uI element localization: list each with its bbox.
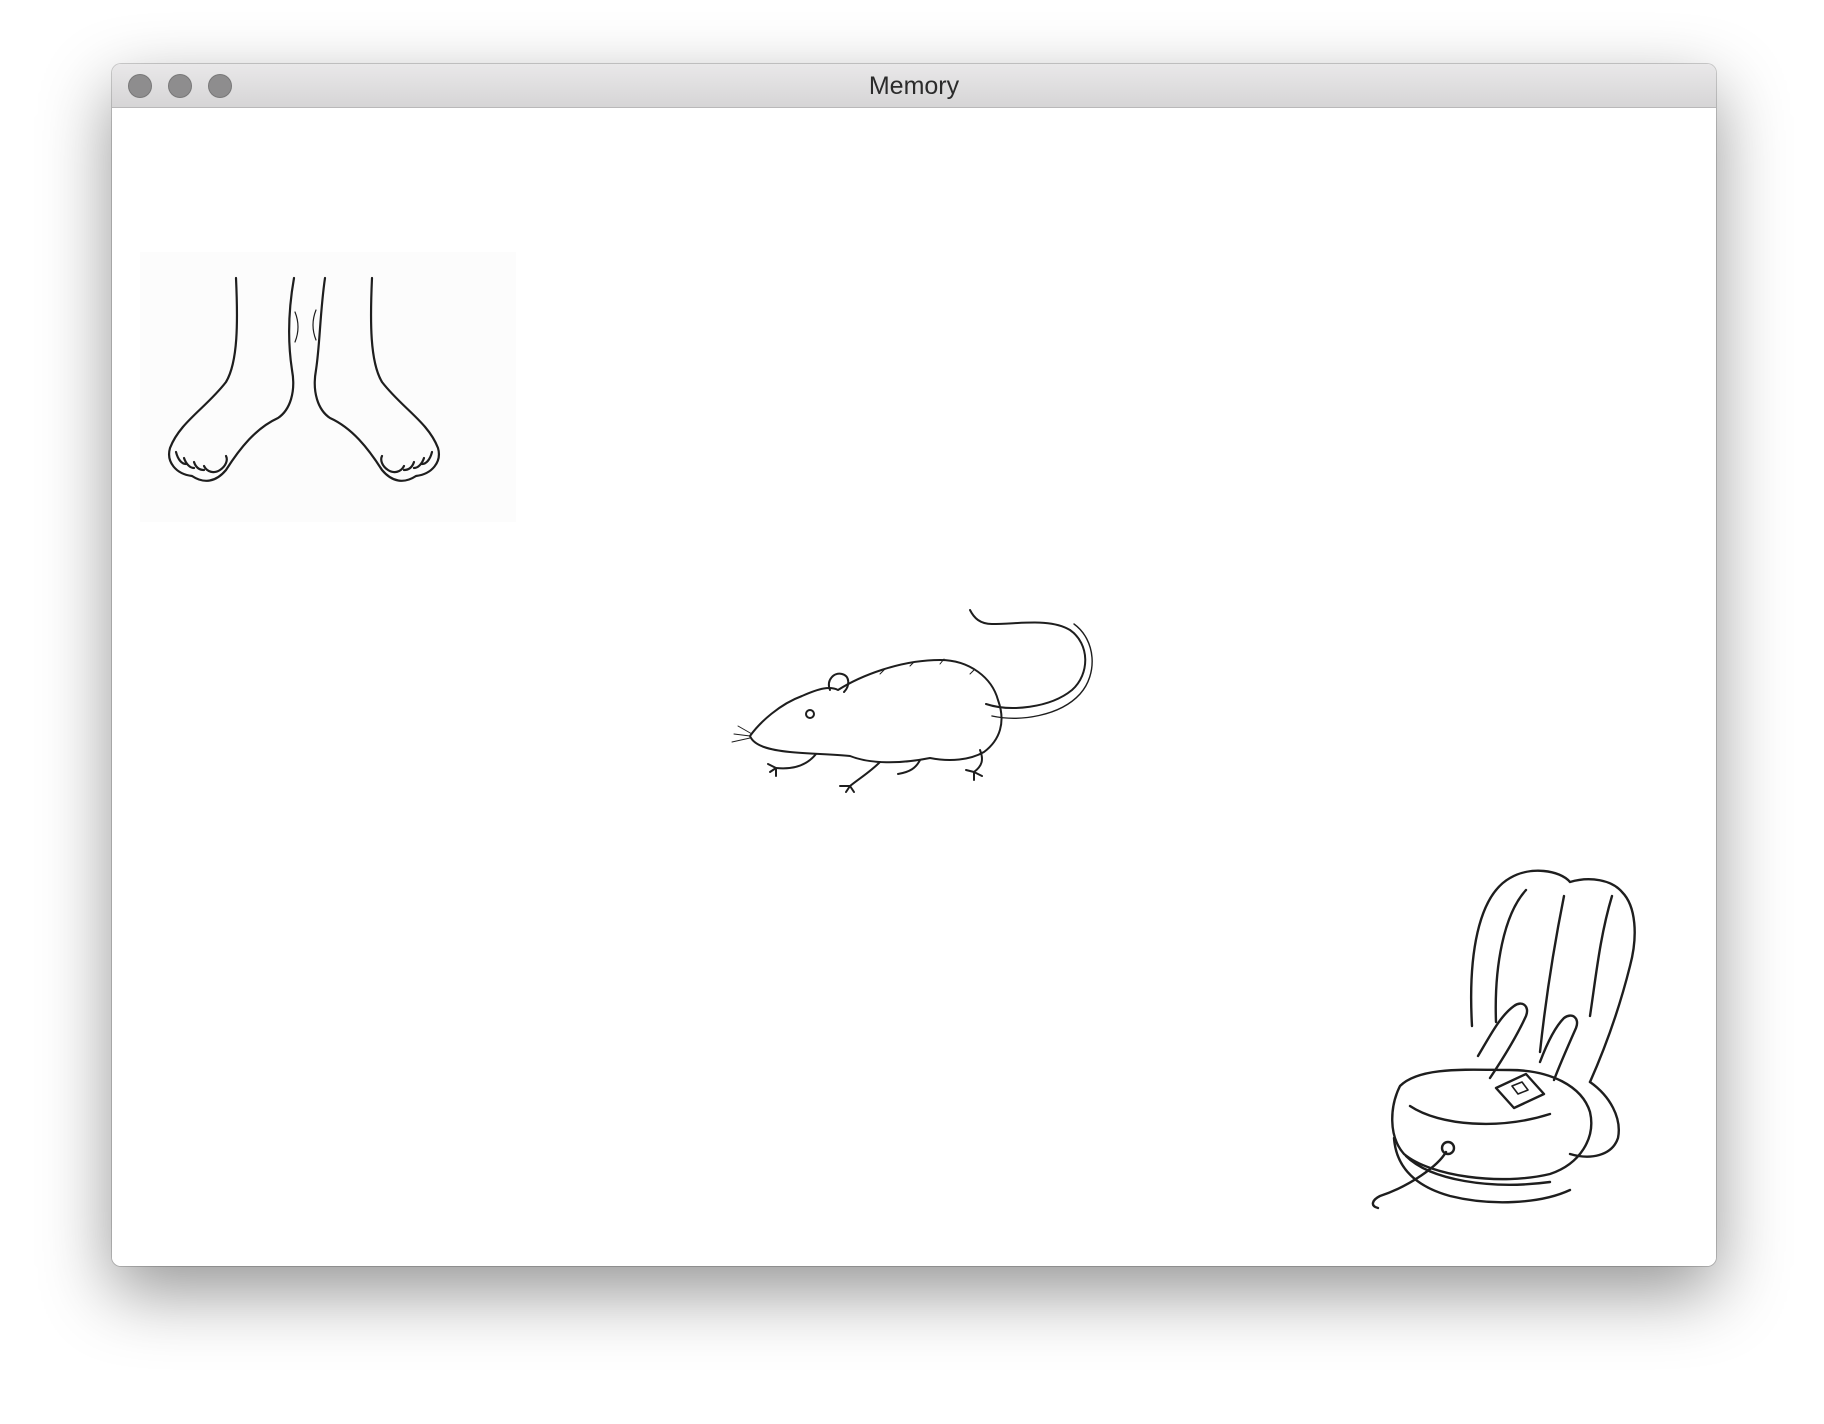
app-window: Memory xyxy=(112,64,1716,1266)
game-board xyxy=(112,108,1716,1266)
title-bar[interactable]: Memory xyxy=(112,64,1716,108)
baby-car-seat-icon xyxy=(1371,869,1636,1210)
card-rat[interactable] xyxy=(730,604,1104,800)
rat-icon xyxy=(731,609,1093,793)
window-title: Memory xyxy=(868,72,960,100)
card-feet[interactable] xyxy=(140,252,516,522)
feet-icon xyxy=(168,276,440,482)
card-car-seat[interactable] xyxy=(1350,856,1680,1212)
